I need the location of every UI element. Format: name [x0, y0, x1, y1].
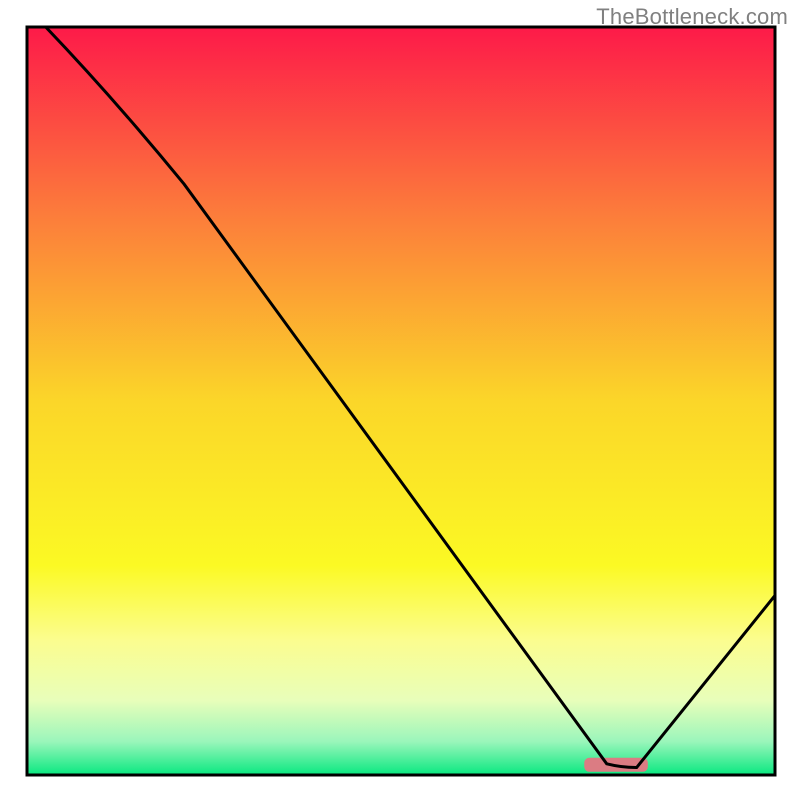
watermark-text: TheBottleneck.com: [596, 4, 788, 30]
bottleneck-curve-chart: [0, 0, 800, 800]
plot-background: [27, 27, 775, 775]
